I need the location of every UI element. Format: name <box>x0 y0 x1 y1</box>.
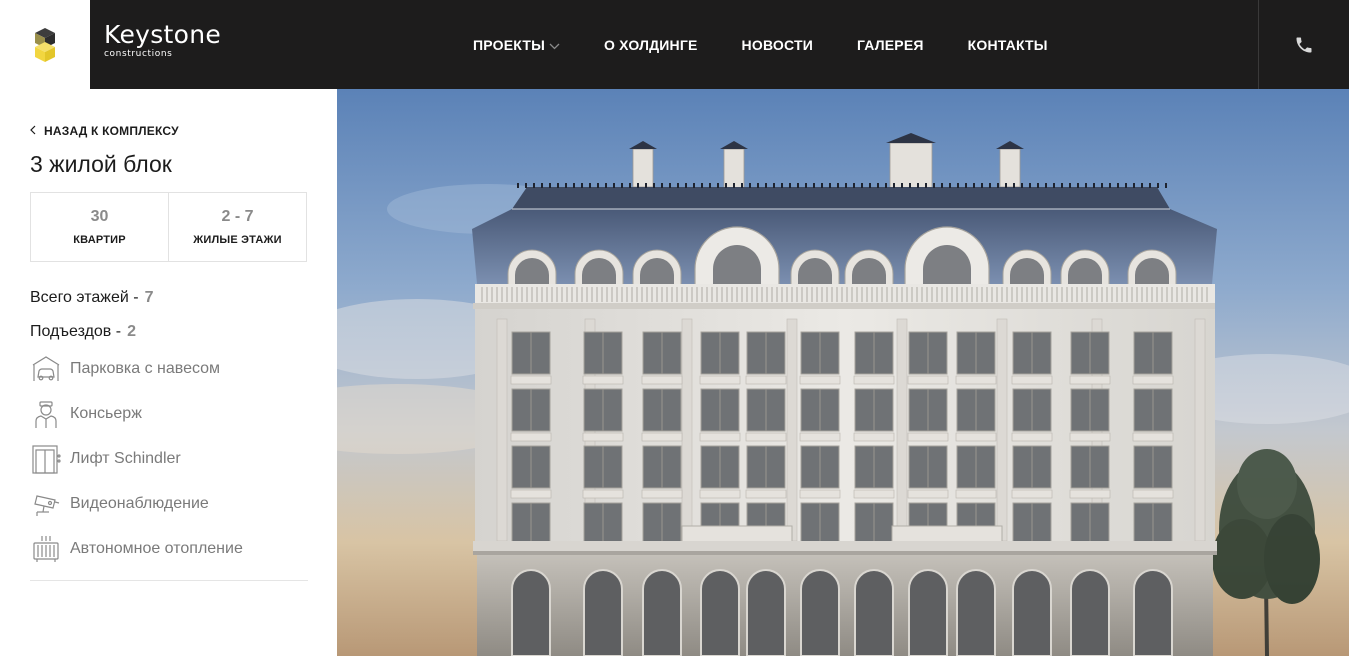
feature-concierge: Консьерж <box>30 398 142 430</box>
entrances-label: Подъездов - <box>30 323 122 340</box>
stat-apartments: 30 КВАРТИР <box>31 193 168 261</box>
cctv-icon <box>30 488 62 520</box>
nav-item-gallery[interactable]: ГАЛЕРЕЯ <box>857 37 924 53</box>
elevator-icon <box>30 443 62 475</box>
stat-label: ЖИЛЫЕ ЭТАЖИ <box>193 234 282 246</box>
back-to-complex-link[interactable]: НАЗАД К КОМПЛЕКСУ <box>30 124 179 138</box>
nav-item-news[interactable]: НОВОСТИ <box>742 37 813 53</box>
parking-icon <box>30 353 62 385</box>
stat-label: КВАРТИР <box>73 234 126 246</box>
total-floors-row: Всего этажей - 7 <box>30 289 153 307</box>
logo-cube-icon <box>35 27 55 62</box>
stat-value: 30 <box>90 208 109 225</box>
total-floors-label: Всего этажей - <box>30 289 139 306</box>
brand[interactable]: Keystone constructions <box>104 22 221 60</box>
feature-heating: Автономное отопление <box>30 533 243 565</box>
nav-item-label: О ХОЛДИНГЕ <box>604 36 698 53</box>
total-floors-value: 7 <box>144 289 154 306</box>
feature-label: Лифт Schindler <box>70 450 181 467</box>
radiator-icon <box>30 533 62 565</box>
phone-icon <box>1296 37 1312 52</box>
feature-label: Видеонаблюдение <box>70 495 209 512</box>
brand-subtitle: constructions <box>104 49 173 59</box>
phone-button[interactable] <box>1258 0 1349 89</box>
chevron-down-icon <box>549 37 560 53</box>
feature-label: Консьерж <box>70 405 142 422</box>
nav-item-label: ПРОЕКТЫ <box>473 36 545 53</box>
nav-item-label: ГАЛЕРЕЯ <box>856 36 924 53</box>
entrances-value: 2 <box>127 323 136 340</box>
feature-parking: Парковка с навесом <box>30 353 220 385</box>
nav-item-holding[interactable]: О ХОЛДИНГЕ <box>604 37 698 53</box>
concierge-icon <box>30 398 62 430</box>
nav-item-label: НОВОСТИ <box>741 36 813 53</box>
feature-label: Парковка с навесом <box>70 360 221 377</box>
building-image <box>337 89 1349 656</box>
logo[interactable] <box>0 0 90 89</box>
page-title: 3 жилой блок <box>30 151 172 177</box>
brand-name: Keystone <box>104 20 222 49</box>
nav-item-projects[interactable]: ПРОЕКТЫ <box>473 37 560 53</box>
stat-living-floors: 2 - 7 ЖИЛЫЕ ЭТАЖИ <box>168 193 306 261</box>
divider <box>30 580 308 581</box>
entrances-row: Подъездов - 2 <box>30 323 136 341</box>
nav-item-label: КОНТАКТЫ <box>967 36 1048 53</box>
chevron-left-icon <box>30 124 36 138</box>
feature-elevator: Лифт Schindler <box>30 443 181 475</box>
site-header: Keystone constructions ПРОЕКТЫ О ХОЛДИНГ… <box>0 0 1349 89</box>
feature-cctv: Видеонаблюдение <box>30 488 209 520</box>
nav-item-contacts[interactable]: КОНТАКТЫ <box>968 37 1048 53</box>
feature-label: Автономное отопление <box>70 540 243 557</box>
back-link-label: НАЗАД К КОМПЛЕКСУ <box>44 124 179 138</box>
stat-value: 2 - 7 <box>221 208 254 225</box>
stats-box: 30 КВАРТИР 2 - 7 ЖИЛЫЕ ЭТАЖИ <box>30 192 307 262</box>
main-nav: ПРОЕКТЫ О ХОЛДИНГЕ НОВОСТИ ГАЛЕРЕЯ КОНТА… <box>473 0 1092 89</box>
